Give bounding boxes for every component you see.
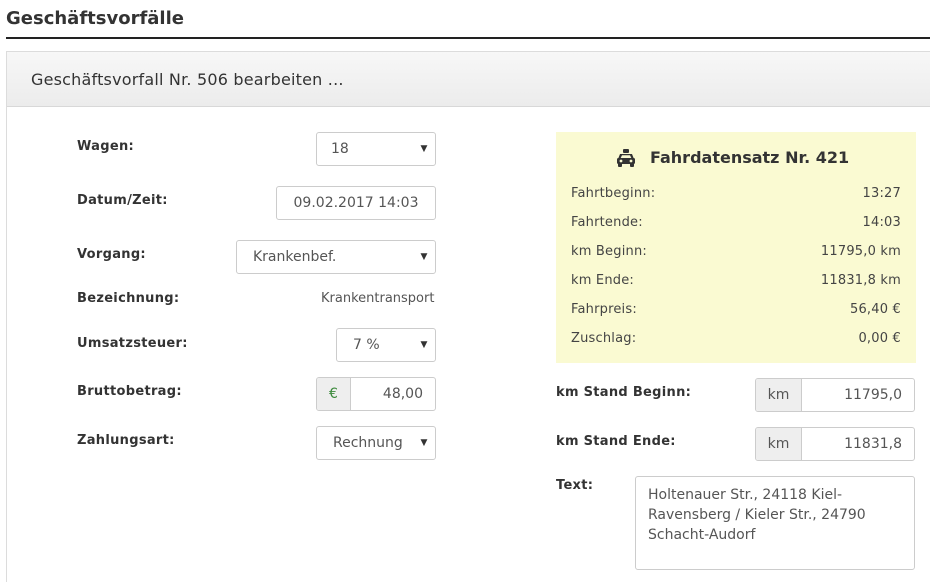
- vorgang-select[interactable]: Krankenbef. ▼: [236, 240, 436, 274]
- wagen-label: Wagen:: [77, 139, 135, 154]
- umsatzsteuer-label: Umsatzsteuer:: [77, 336, 188, 351]
- ride-row-label: Fahrpreis:: [571, 302, 637, 317]
- ride-row: Fahrtbeginn: 13:27: [571, 186, 901, 201]
- brutto-input-group: € 48,00: [316, 377, 436, 411]
- umsatzsteuer-value: 7 %: [353, 337, 380, 353]
- km-ende-label: km Stand Ende:: [556, 434, 676, 449]
- vorgang-value: Krankenbef.: [253, 249, 337, 265]
- datum-value: 09.02.2017 14:03: [293, 195, 419, 211]
- vorgang-label: Vorgang:: [77, 247, 146, 262]
- chevron-down-icon: ▼: [420, 144, 428, 154]
- zahlungsart-value: Rechnung: [333, 435, 403, 451]
- ride-row-value: 11831,8 km: [820, 273, 901, 288]
- wagen-select[interactable]: 18 ▼: [316, 132, 436, 166]
- ride-header: Fahrdatensatz Nr. 421: [616, 148, 849, 167]
- ride-row-value: 11795,0 km: [820, 244, 901, 259]
- taxi-icon: [617, 148, 635, 167]
- km-beginn-input-group: km 11795,0: [755, 378, 915, 412]
- panel-title: Geschäftsvorfall Nr. 506 bearbeiten ...: [31, 70, 344, 89]
- wagen-value: 18: [331, 141, 349, 157]
- ride-row-value: 14:03: [862, 215, 901, 230]
- bezeichnung-value: Krankentransport: [321, 291, 435, 306]
- ride-row: Fahrtende: 14:03: [571, 215, 901, 230]
- ride-row-label: Zuschlag:: [571, 331, 637, 346]
- panel-header: Geschäftsvorfall Nr. 506 bearbeiten ...: [7, 52, 930, 107]
- ride-row-value: 0,00 €: [858, 331, 901, 346]
- km-ende-input-group: km 11831,8: [755, 427, 915, 461]
- ride-row-label: Fahrtbeginn:: [571, 186, 656, 201]
- text-label: Text:: [556, 478, 594, 493]
- ride-row-value: 56,40 €: [849, 302, 901, 317]
- km-unit-addon: km: [756, 428, 802, 460]
- chevron-down-icon: ▼: [420, 340, 428, 350]
- ride-row-label: Fahrtende:: [571, 215, 643, 230]
- brutto-label: Bruttobetrag:: [77, 384, 182, 399]
- ride-row: Zuschlag: 0,00 €: [571, 331, 901, 346]
- zahlungsart-select[interactable]: Rechnung ▼: [316, 426, 436, 460]
- ride-row: km Beginn: 11795,0 km: [571, 244, 901, 259]
- umsatzsteuer-select[interactable]: 7 % ▼: [336, 328, 436, 362]
- page-title: Geschäftsvorfälle: [6, 8, 184, 29]
- text-area[interactable]: Holtenauer Str., 24118 Kiel- Ravensberg …: [635, 476, 915, 570]
- ride-row-label: km Beginn:: [571, 244, 647, 259]
- brutto-input[interactable]: 48,00: [351, 378, 435, 410]
- bezeichnung-label: Bezeichnung:: [77, 291, 180, 306]
- ride-data-box: Fahrdatensatz Nr. 421 Fahrtbeginn: 13:27…: [556, 132, 916, 363]
- chevron-down-icon: ▼: [420, 438, 428, 448]
- ride-row-label: km Ende:: [571, 273, 635, 288]
- ride-row: Fahrpreis: 56,40 €: [571, 302, 901, 317]
- datum-input[interactable]: 09.02.2017 14:03: [276, 186, 436, 220]
- chevron-down-icon: ▼: [420, 252, 428, 262]
- zahlungsart-label: Zahlungsart:: [77, 433, 175, 448]
- euro-icon: €: [317, 378, 351, 410]
- km-beginn-input[interactable]: 11795,0: [802, 379, 914, 411]
- datum-label: Datum/Zeit:: [77, 193, 168, 208]
- ride-row-value: 13:27: [862, 186, 901, 201]
- km-beginn-label: km Stand Beginn:: [556, 385, 692, 400]
- km-ende-input[interactable]: 11831,8: [802, 428, 914, 460]
- ride-row: km Ende: 11831,8 km: [571, 273, 901, 288]
- ride-title: Fahrdatensatz Nr. 421: [650, 148, 850, 167]
- km-unit-addon: km: [756, 379, 802, 411]
- title-divider: [6, 37, 930, 39]
